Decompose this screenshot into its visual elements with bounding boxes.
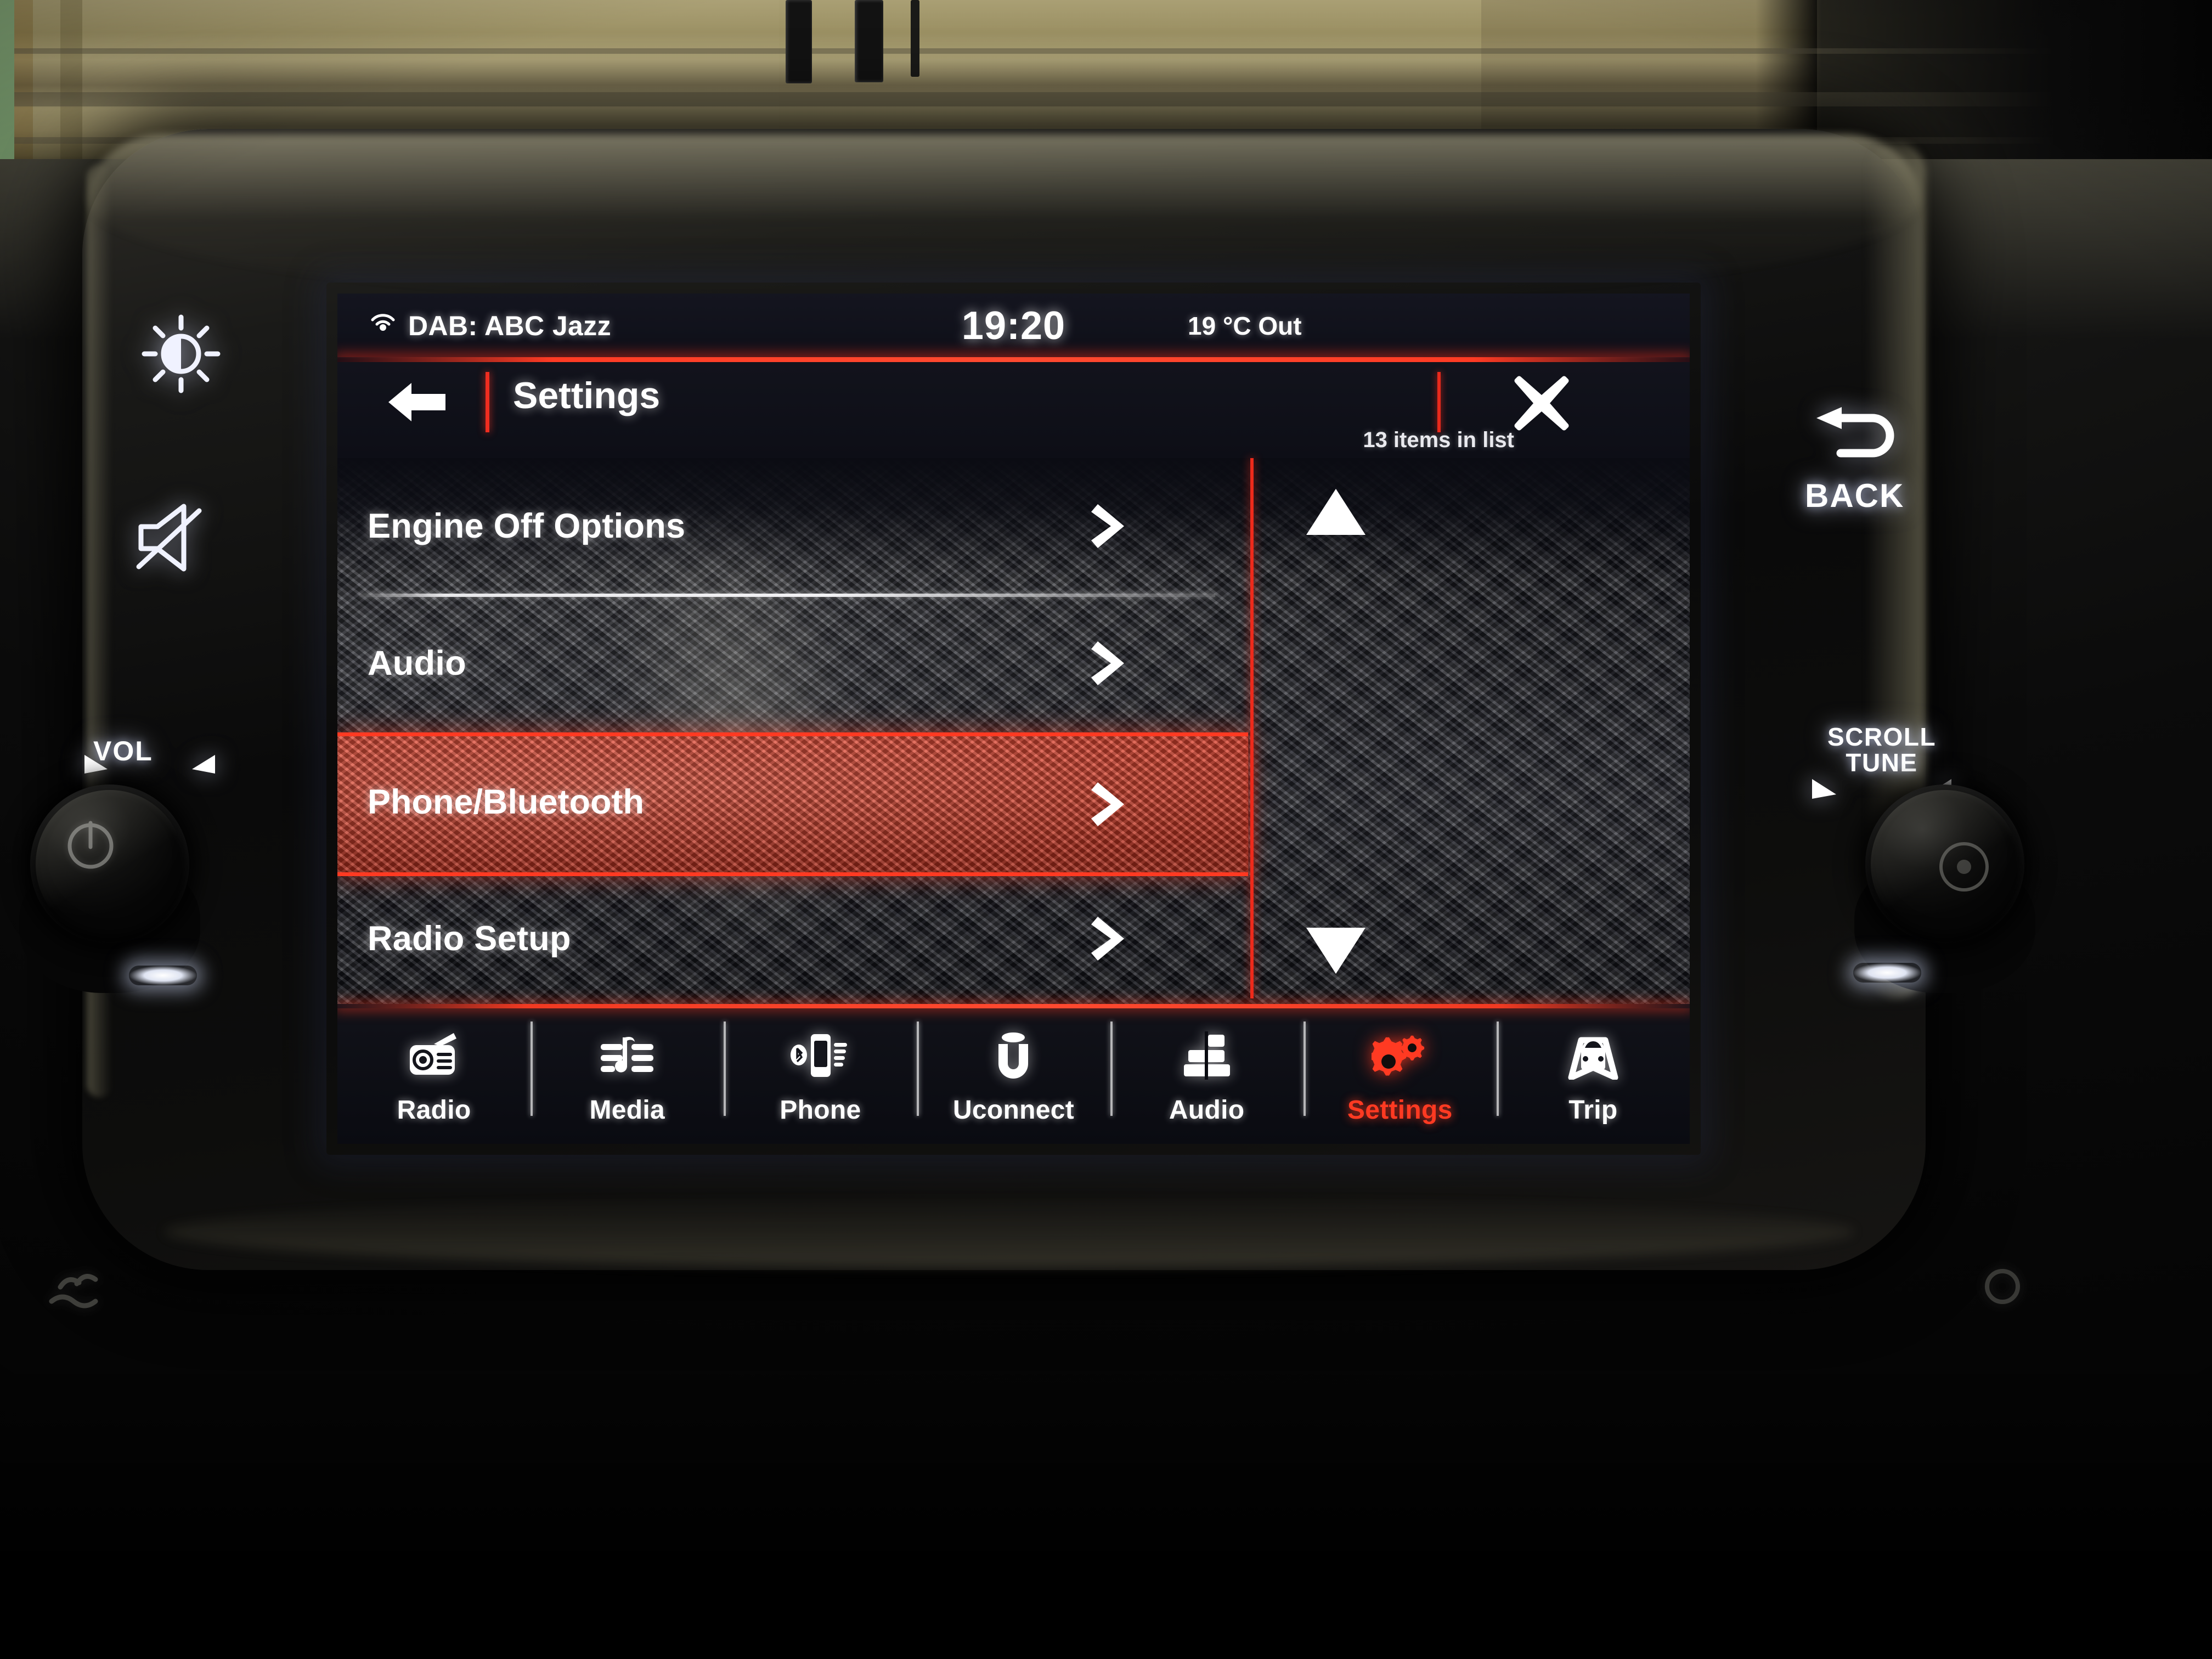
- nav-label: Phone: [780, 1096, 861, 1125]
- volume-knob-led: [129, 966, 197, 985]
- tune-knob-led: [1853, 963, 1921, 983]
- nav-item-media[interactable]: Media: [531, 1008, 724, 1144]
- nav-label: Settings: [1347, 1096, 1453, 1125]
- nav-top-divider: [337, 1004, 1690, 1008]
- chevron-right-icon[interactable]: [1089, 778, 1133, 833]
- header-divider-right: [1437, 372, 1441, 432]
- tune-ring-icon: [1931, 834, 1997, 900]
- settings-list[interactable]: Engine Off Options Audio Phone/Bluetooth…: [337, 458, 1690, 1004]
- list-item[interactable]: Radio Setup: [337, 871, 1248, 1004]
- close-x-icon[interactable]: [1511, 373, 1572, 433]
- nav-item-phone[interactable]: Phone: [724, 1008, 917, 1144]
- nav-label: Radio: [397, 1096, 471, 1125]
- back-button-label: BACK: [1805, 477, 1905, 514]
- nav-item-radio[interactable]: Radio: [337, 1008, 531, 1144]
- car-road-icon: [1565, 1027, 1622, 1084]
- list-item[interactable]: Audio: [337, 595, 1248, 731]
- mirror-stalk: [786, 0, 812, 83]
- music-note-icon: [600, 1027, 654, 1084]
- photo-scene: DAB: ABC Jazz 19:20 19 °C Out Settings 1…: [0, 0, 2212, 1659]
- clock: 19:20: [961, 304, 1066, 348]
- chevron-right-icon[interactable]: [1089, 637, 1133, 690]
- nav-label: Uconnect: [952, 1096, 1075, 1125]
- chevron-right-icon[interactable]: [1089, 500, 1133, 552]
- radio-icon: [407, 1027, 461, 1084]
- list-item-label: Audio: [368, 644, 466, 682]
- windshield-shadow: [1817, 0, 2212, 165]
- list-item-label: Radio Setup: [368, 919, 571, 958]
- bottom-navigation[interactable]: Radio Media Phone Uconnect Audio Setting…: [337, 1004, 1690, 1144]
- infotainment-screen[interactable]: DAB: ABC Jazz 19:20 19 °C Out Settings 1…: [337, 294, 1690, 1144]
- list-item[interactable]: Engine Off Options: [337, 458, 1248, 594]
- outside-temperature: 19 °C Out: [1188, 312, 1302, 340]
- mirror-stalk: [855, 0, 883, 82]
- chevron-right-icon[interactable]: [1089, 912, 1133, 965]
- nav-label: Media: [589, 1096, 665, 1125]
- list-item-selected[interactable]: Phone/Bluetooth: [337, 732, 1248, 876]
- equalizer-icon: [1181, 1027, 1233, 1084]
- status-divider: [337, 357, 1690, 362]
- list-item-label: Engine Off Options: [368, 507, 686, 545]
- u-turn-arrow-icon: [1805, 406, 1904, 473]
- nav-item-settings[interactable]: Settings: [1303, 1008, 1497, 1144]
- tune-label: TUNE: [1846, 748, 1918, 777]
- back-hardware-button[interactable]: BACK: [1805, 406, 1904, 515]
- screen-header: Settings 13 items in list: [337, 362, 1690, 458]
- nav-item-uconnect[interactable]: Uconnect: [917, 1008, 1110, 1144]
- page-title: Settings: [513, 375, 661, 416]
- vent-dial-icon[interactable]: [1970, 1256, 2035, 1319]
- nav-item-audio[interactable]: Audio: [1110, 1008, 1304, 1144]
- item-count-label: 13 items in list: [1363, 428, 1514, 452]
- triangle-up-icon[interactable]: [1303, 486, 1369, 538]
- speaker-mute-icon[interactable]: [129, 496, 225, 582]
- power-icon: [58, 812, 123, 878]
- defrost-icon[interactable]: [44, 1262, 126, 1325]
- nav-item-trip[interactable]: Trip: [1496, 1008, 1690, 1144]
- triangle-down-icon[interactable]: [1303, 924, 1369, 977]
- brightness-sun-icon[interactable]: [140, 313, 222, 398]
- gears-icon: [1371, 1027, 1429, 1084]
- nav-label: Audio: [1169, 1096, 1245, 1125]
- nav-label: Trip: [1568, 1096, 1618, 1125]
- bezel-rim-bottom: [165, 1196, 1854, 1267]
- status-bar: DAB: ABC Jazz 19:20 19 °C Out: [337, 294, 1690, 358]
- bluetooth-phone-icon: [790, 1027, 850, 1084]
- mirror-stalk: [911, 0, 919, 77]
- volume-label-group: VOL: [84, 735, 215, 774]
- scroll-label: SCROLL: [1827, 723, 1937, 751]
- uconnect-u-icon: [990, 1027, 1037, 1084]
- bezel-gloss: [88, 134, 1920, 299]
- list-item-label: Phone/Bluetooth: [368, 783, 644, 821]
- back-arrow-icon[interactable]: [384, 377, 450, 427]
- header-divider: [486, 372, 489, 432]
- list-vertical-divider: [1250, 458, 1254, 998]
